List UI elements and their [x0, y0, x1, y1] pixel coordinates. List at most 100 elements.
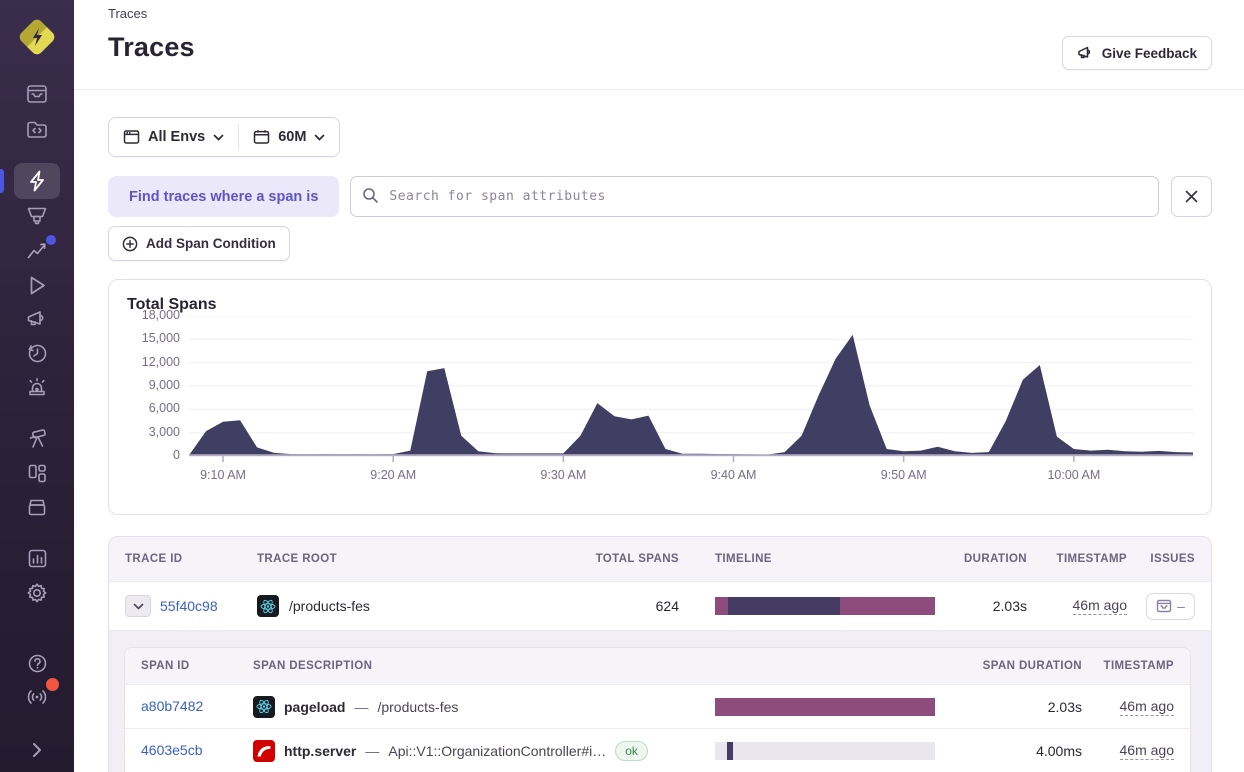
- sidebar-item-profiling[interactable]: [14, 199, 60, 233]
- megaphone-icon: [1077, 46, 1090, 59]
- alerts-icon: [29, 378, 45, 396]
- span-timeline-bar: [715, 741, 935, 760]
- separator-dash: —: [354, 698, 369, 715]
- trace-duration: 2.03s: [992, 598, 1027, 614]
- sidebar-item-traces[interactable]: [0, 163, 60, 199]
- time-range-filter-label: 60M: [278, 129, 307, 145]
- sidebar-item-discover[interactable]: [14, 422, 60, 456]
- sidebar-item-stats[interactable]: [14, 541, 60, 575]
- span-operation: pageload: [284, 698, 346, 715]
- sidebar-item-feedback[interactable]: [14, 302, 60, 336]
- help-icon: [28, 654, 46, 672]
- column-span-timestamp: Timestamp: [1103, 660, 1174, 672]
- clear-search-button[interactable]: [1171, 176, 1212, 217]
- span-table-header: Span ID Span Description Span Duration T…: [125, 648, 1190, 684]
- x-axis-tick-label: 9:10 AM: [200, 468, 246, 482]
- trace-row[interactable]: 55f40c98 /products-fes 624 2.03s 46m ago…: [109, 581, 1211, 630]
- sidebar-item-projects[interactable]: [14, 112, 60, 146]
- y-axis-tick-label: 18,000: [141, 308, 180, 322]
- span-timestamp-cell: 46m ago: [1082, 698, 1174, 716]
- span-timestamp-cell: 46m ago: [1082, 742, 1174, 760]
- sidebar-item-dashboards[interactable]: [14, 456, 60, 490]
- profiling-icon: [27, 207, 47, 225]
- sidebar-item-help[interactable]: [14, 646, 60, 680]
- y-axis-tick-label: 0: [173, 448, 180, 462]
- environment-filter[interactable]: All Envs: [109, 118, 239, 156]
- y-axis-tick-label: 12,000: [141, 354, 180, 369]
- trace-issues-button[interactable]: –: [1146, 592, 1195, 620]
- stats-icon: [28, 549, 46, 567]
- span-table: Span ID Span Description Span Duration T…: [124, 647, 1191, 772]
- span-id-link[interactable]: 4603e5cb: [141, 742, 203, 758]
- discover-icon: [29, 428, 46, 448]
- environment-filter-label: All Envs: [148, 129, 206, 145]
- new-feature-dot: [46, 235, 56, 245]
- rails-icon: [253, 739, 275, 762]
- page-title: Traces: [108, 32, 195, 62]
- sidebar-item-collapse[interactable]: [14, 733, 60, 767]
- window-icon: [123, 130, 140, 144]
- traces-table-header: Trace ID Trace Root Total Spans Timeline…: [109, 537, 1211, 581]
- trace-root-cell: /products-fes: [257, 595, 587, 617]
- separator-dash: —: [365, 742, 380, 759]
- insights-icon: [27, 243, 46, 259]
- sidebar-item-insights[interactable]: [14, 233, 60, 267]
- span-status-badge: ok: [615, 740, 648, 761]
- total-spans-chart-panel: Total Spans 0 3,000 6,000 9,000 12,000 15,000…: [108, 279, 1212, 515]
- total-spans-area-chart: [189, 316, 1193, 462]
- sidebar-item-crons[interactable]: [14, 490, 60, 524]
- find-traces-pill: Find traces where a span is: [108, 176, 340, 217]
- span-row[interactable]: 4603e5cb http.server — Api::V1::Organiza…: [125, 728, 1190, 772]
- sidebar-item-whats-new[interactable]: [14, 678, 60, 714]
- span-duration: 2.03s: [1047, 698, 1082, 715]
- chart-title: Total Spans: [127, 296, 217, 313]
- sidebar-item-alerts[interactable]: [14, 370, 60, 404]
- collapse-trace-button[interactable]: [125, 595, 151, 617]
- span-description: /products-fes: [377, 698, 459, 715]
- trace-id-link[interactable]: 55f40c98: [160, 598, 218, 614]
- span-attributes-search-input[interactable]: [350, 176, 1159, 217]
- main-content: Traces Traces Give Feedback All Envs 60M…: [74, 0, 1244, 772]
- span-description-cell: pageload — /products-fes: [253, 695, 699, 718]
- trace-root-label: /products-fes: [289, 598, 370, 614]
- x-axis-tick-label: 10:00 AM: [1047, 468, 1101, 482]
- column-span-description: Span Description: [253, 660, 373, 672]
- span-duration: 4.00ms: [1036, 742, 1082, 759]
- total-spans-value: 624: [655, 598, 679, 614]
- span-id-link[interactable]: a80b7482: [141, 698, 203, 714]
- sidebar-item-replays[interactable]: [14, 268, 60, 302]
- search-icon: [363, 188, 379, 203]
- y-axis-tick-label: 3,000: [148, 424, 180, 439]
- react-icon: [257, 595, 279, 617]
- span-timestamp: 46m ago: [1119, 741, 1174, 760]
- releases-icon: [27, 344, 46, 362]
- chart-x-axis: 9:10 AM 9:20 AM 9:30 AM 9:40 AM 9:50 AM 10:00…: [189, 462, 1193, 486]
- trace-timeline-bar: [715, 597, 935, 615]
- y-axis-tick-label: 15,000: [141, 331, 180, 346]
- sentry-logo[interactable]: [17, 17, 57, 57]
- span-id-cell: a80b7482: [141, 698, 253, 716]
- replays-icon: [30, 276, 45, 294]
- column-span-id: Span ID: [141, 660, 190, 672]
- breadcrumb[interactable]: Traces: [108, 4, 147, 21]
- chevron-down-icon: [133, 603, 143, 610]
- sidebar-item-releases[interactable]: [14, 336, 60, 370]
- add-span-condition-button[interactable]: Add Span Condition: [108, 226, 290, 261]
- span-timeline-bar: [715, 697, 935, 716]
- span-row[interactable]: a80b7482 pageload — /products-fes 2.03s …: [125, 684, 1190, 728]
- trace-id-cell: 55f40c98: [125, 595, 257, 617]
- search-box: [350, 176, 1159, 217]
- projects-icon: [27, 121, 47, 138]
- column-timeline: Timeline: [715, 553, 772, 565]
- sidebar-item-settings[interactable]: [14, 576, 60, 610]
- x-axis-tick-label: 9:50 AM: [880, 468, 927, 482]
- traces-table: Trace ID Trace Root Total Spans Timeline…: [108, 536, 1212, 772]
- time-range-filter[interactable]: 60M: [239, 118, 340, 156]
- close-icon: [1185, 190, 1198, 203]
- give-feedback-button[interactable]: Give Feedback: [1061, 36, 1212, 70]
- crons-icon: [28, 499, 46, 515]
- give-feedback-label: Give Feedback: [1101, 45, 1197, 61]
- sidebar-item-issues[interactable]: [14, 77, 60, 111]
- filter-bar: All Envs 60M: [108, 117, 341, 157]
- chart-plot-area: [189, 316, 1193, 462]
